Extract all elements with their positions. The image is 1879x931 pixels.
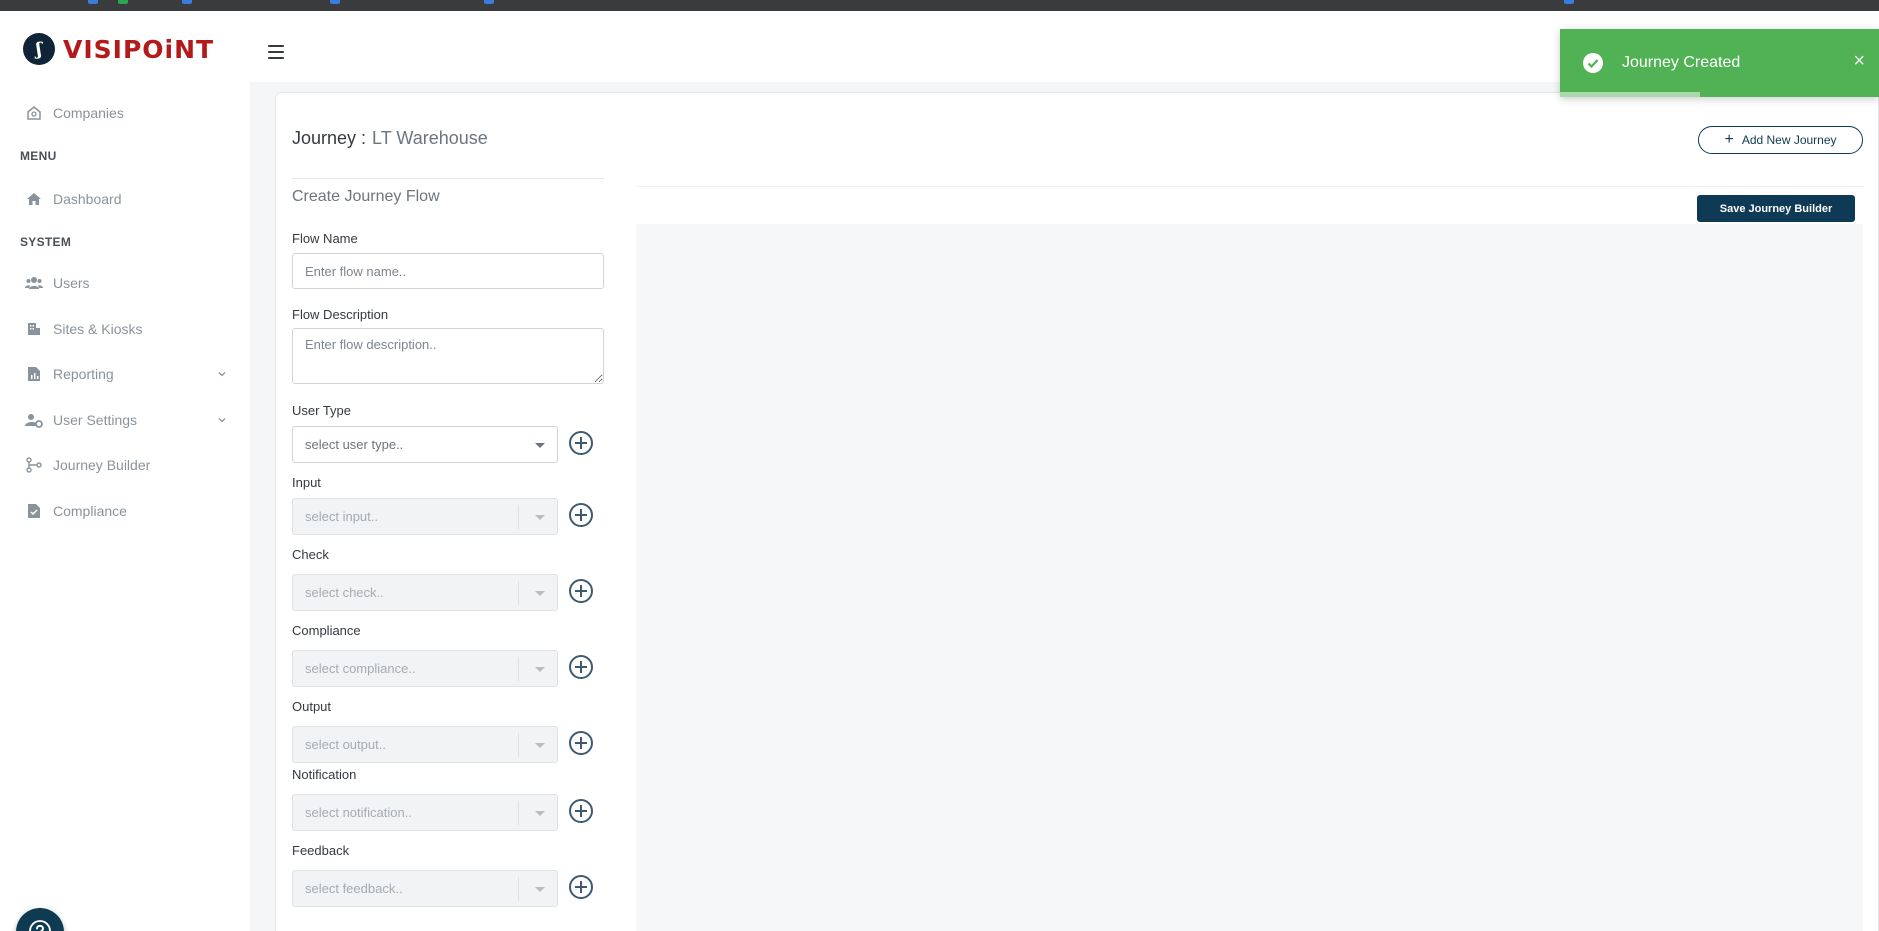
building-icon <box>25 104 43 122</box>
flow-description-label: Flow Description <box>292 307 389 322</box>
select-placeholder: select notification.. <box>305 805 412 820</box>
add-new-journey-label: Add New Journey <box>1741 133 1837 147</box>
sidebar-item-label: Users <box>53 275 90 291</box>
toast-notification: Journey Created × <box>1560 29 1879 97</box>
file-check-icon <box>25 502 43 520</box>
user-type-select[interactable]: select user type.. <box>292 426 558 463</box>
caret-down-icon <box>535 443 545 448</box>
sidebar-item-companies[interactable]: Companies <box>25 101 225 125</box>
journey-title-value: LT Warehouse <box>372 128 488 148</box>
sidebar-item-label: Sites & Kiosks <box>53 321 143 337</box>
section-title: Create Journey Flow <box>292 188 440 205</box>
add-output-button[interactable] <box>568 730 594 756</box>
close-icon[interactable]: × <box>1853 51 1865 71</box>
notification-select[interactable]: select notification.. <box>292 794 558 831</box>
add-new-journey-button[interactable]: + Add New Journey <box>1698 126 1863 154</box>
sidebar-item-label: Reporting <box>53 366 114 382</box>
input-label: Input <box>292 475 321 490</box>
divider <box>292 178 604 179</box>
menu-section-header: MENU <box>20 149 57 163</box>
logo-mark-icon: ʃ <box>23 33 55 65</box>
plus-icon: + <box>1724 131 1734 148</box>
caret-down-icon <box>535 591 545 596</box>
users-icon <box>25 274 43 292</box>
logo[interactable]: ʃ VISIPOiNT <box>23 32 214 66</box>
canvas-toolbar: Save Journey Builder <box>636 186 1863 224</box>
toast-progress-bar <box>1560 92 1701 97</box>
select-separator <box>518 733 519 757</box>
flow-description-field[interactable] <box>292 328 604 384</box>
select-placeholder: select user type.. <box>305 437 404 452</box>
sidebar-item-compliance[interactable]: Compliance <box>25 499 225 523</box>
sidebar-item-label: User Settings <box>53 412 138 428</box>
journey-title-label: Journey : <box>292 128 367 148</box>
menu-toggle-icon[interactable] <box>268 45 284 59</box>
input-select[interactable]: select input.. <box>292 498 558 535</box>
sidebar-item-reporting[interactable]: Reporting <box>25 362 227 386</box>
toast-message: Journey Created <box>1622 54 1741 71</box>
main-content: Journey : LT Warehouse + Add New Journey … <box>250 82 1879 931</box>
browser-tab-strip <box>0 0 1879 11</box>
sidebar-item-user-settings[interactable]: User Settings <box>25 408 227 432</box>
report-icon <box>25 365 43 383</box>
compliance-label: Compliance <box>292 623 361 638</box>
select-placeholder: select compliance.. <box>305 661 416 676</box>
select-placeholder: select feedback.. <box>305 881 403 896</box>
sidebar-item-label: Journey Builder <box>53 457 151 473</box>
save-journey-builder-button[interactable]: Save Journey Builder <box>1697 195 1855 222</box>
logo-text: VISIPOiNT <box>63 34 215 64</box>
sidebar-item-label: Companies <box>53 105 124 121</box>
add-compliance-button[interactable] <box>568 654 594 680</box>
select-separator <box>518 657 519 681</box>
select-separator <box>518 801 519 825</box>
user-gear-icon <box>25 411 43 429</box>
select-placeholder: select input.. <box>305 509 378 524</box>
sidebar-item-label: Compliance <box>53 503 127 519</box>
select-separator <box>518 581 519 605</box>
branch-icon <box>25 456 43 474</box>
sidebar-item-users[interactable]: Users <box>25 271 225 295</box>
add-feedback-button[interactable] <box>568 874 594 900</box>
notification-label: Notification <box>292 767 357 782</box>
select-placeholder: select output.. <box>305 737 386 752</box>
check-label: Check <box>292 547 329 562</box>
sidebar-item-journey-builder[interactable]: Journey Builder <box>25 453 225 477</box>
chevron-down-icon <box>217 366 227 382</box>
user-type-label: User Type <box>292 403 352 418</box>
caret-down-icon <box>535 515 545 520</box>
system-section-header: SYSTEM <box>20 235 72 249</box>
caret-down-icon <box>535 811 545 816</box>
help-button[interactable] <box>16 908 64 931</box>
flow-name-label: Flow Name <box>292 231 358 246</box>
sidebar-item-sites-kiosks[interactable]: Sites & Kiosks <box>25 317 225 341</box>
add-input-button[interactable] <box>568 502 594 528</box>
caret-down-icon <box>535 743 545 748</box>
add-notification-button[interactable] <box>568 798 594 824</box>
page-title: Journey : LT Warehouse <box>292 128 488 149</box>
journey-card: Journey : LT Warehouse + Add New Journey … <box>275 92 1879 931</box>
check-select[interactable]: select check.. <box>292 574 558 611</box>
journey-canvas[interactable] <box>636 224 1863 931</box>
select-separator <box>518 877 519 901</box>
home-icon <box>25 190 43 208</box>
caret-down-icon <box>535 667 545 672</box>
select-placeholder: select check.. <box>305 585 384 600</box>
add-user-type-button[interactable] <box>568 430 594 456</box>
question-icon <box>28 919 52 931</box>
feedback-select[interactable]: select feedback.. <box>292 870 558 907</box>
building-icon <box>25 320 43 338</box>
check-circle-icon <box>1583 53 1603 73</box>
chevron-down-icon <box>217 412 227 428</box>
select-separator <box>518 505 519 529</box>
caret-down-icon <box>535 887 545 892</box>
sidebar: Companies MENU Dashboard SYSTEM Users Si… <box>0 82 250 931</box>
sidebar-item-label: Dashboard <box>53 191 122 207</box>
flow-name-input[interactable] <box>292 253 604 289</box>
compliance-select[interactable]: select compliance.. <box>292 650 558 687</box>
output-select[interactable]: select output.. <box>292 726 558 763</box>
sidebar-item-dashboard[interactable]: Dashboard <box>25 187 225 211</box>
feedback-label: Feedback <box>292 843 350 858</box>
output-label: Output <box>292 699 332 714</box>
add-check-button[interactable] <box>568 578 594 604</box>
